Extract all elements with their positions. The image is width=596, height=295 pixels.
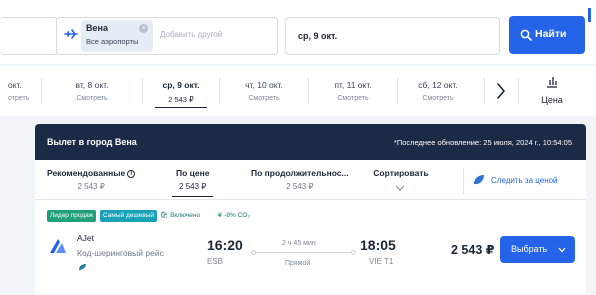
leaf-icon: [79, 264, 86, 270]
sort-label: По цене: [176, 168, 210, 178]
search-bar: Вена Все аэропорты × Добавить другой ср,…: [0, 0, 596, 64]
chevron-down-icon: [558, 247, 566, 253]
date-label: вт, 8 окт.: [75, 80, 109, 90]
sort-label: По продолжительнос...: [251, 168, 349, 178]
arrival-airport: VIE T1: [369, 257, 394, 266]
tag-cheapest: Самый дешевый: [100, 210, 157, 222]
date-label: чт, 10 окт.: [245, 80, 283, 90]
date-cell[interactable]: пт, 11 окт. Смотреть: [309, 66, 397, 116]
bar-chart-icon: [547, 77, 557, 88]
date-cell-selected[interactable]: ср, 9 окт. 2 543 ₽: [143, 66, 219, 116]
results-panel: Вылет в город Вена *Последнее обновление…: [35, 124, 586, 295]
date-price: Смотреть: [337, 95, 369, 102]
leaf-bell-icon: [474, 175, 484, 185]
date-label: окт.: [8, 80, 22, 90]
tag-co2-label: -8% CO₂: [224, 212, 250, 219]
destination-chip[interactable]: Вена Все аэропорты ×: [81, 20, 153, 52]
sort-by-price[interactable]: По цене 2 543 ₽: [171, 168, 215, 197]
price-chart-toggle[interactable]: Цена: [527, 74, 577, 110]
departure-time: 16:20: [207, 237, 243, 253]
last-update-note: *Последнее обновление: 25 июля, 2024 г.,…: [393, 138, 572, 147]
date-price: 2 543 ₽: [168, 95, 194, 104]
date-strip: окт. отреть вт, 8 окт. Смотреть ср, 9 ок…: [0, 66, 596, 116]
chevron-right-icon[interactable]: [493, 81, 509, 101]
tag-baggage-included: 🛍 Включено: [160, 210, 203, 222]
date-cell[interactable]: сб, 12 окт. Смотреть: [398, 66, 478, 116]
sort-bar: Рекомендованные i 2 543 ₽ По цене 2 543 ₽…: [35, 160, 586, 200]
track-price-link[interactable]: Следить за ценой: [491, 176, 558, 185]
tag-bestseller: Лидер продаж: [47, 210, 97, 222]
sort-label: Сортировать: [373, 168, 429, 178]
date-label: сб, 12 окт.: [418, 80, 458, 90]
stops-label: Прямой: [285, 260, 311, 267]
tag-co2: ❦ -8% CO₂: [217, 210, 253, 222]
plane-icon: [64, 29, 78, 39]
divider: [463, 168, 464, 194]
sort-dropdown[interactable]: Сортировать: [373, 168, 429, 191]
sort-price: 2 543 ₽: [179, 182, 207, 191]
find-button[interactable]: Найти: [509, 16, 585, 54]
results-title: Вылет в город Вена: [47, 137, 137, 147]
date-cell[interactable]: чт, 10 окт. Смотреть: [220, 66, 308, 116]
divider: [484, 78, 485, 104]
select-flight-button[interactable]: Выбрать: [500, 236, 575, 263]
chevron-down-icon: [395, 185, 405, 191]
date-price: Смотреть: [76, 95, 108, 102]
sort-by-duration[interactable]: По продолжительнос... 2 543 ₽: [251, 168, 349, 191]
chip-close-icon[interactable]: ×: [139, 24, 148, 33]
baggage-icon: 🛍: [160, 212, 169, 219]
select-button-label: Выбрать: [511, 244, 548, 254]
date-price: Смотреть: [422, 95, 454, 102]
sort-recommended[interactable]: Рекомендованные i 2 543 ₽: [47, 168, 136, 191]
date-label: ср, 9 окт.: [162, 80, 200, 90]
flight-duration: 2 ч 45 мин: [282, 240, 316, 247]
flight-price: 2 543 ₽: [451, 243, 495, 257]
codeshare-label: Код-шеринговый рейс: [77, 248, 164, 258]
date-label: пт, 11 окт.: [334, 80, 372, 90]
sort-price: 2 543 ₽: [286, 182, 314, 191]
destination-chip-subtitle: Все аэропорты: [86, 37, 139, 46]
results-header: Вылет в город Вена *Последнее обновление…: [35, 124, 586, 160]
sort-label: Рекомендованные: [47, 168, 126, 178]
date-field-value: ср, 9 окт.: [298, 31, 338, 41]
price-chart-label: Цена: [541, 95, 563, 105]
tag-baggage-label: Включено: [170, 212, 201, 219]
date-price: отреть: [8, 95, 30, 102]
destination-chip-title: Вена: [86, 23, 108, 33]
leaf-icon: ❦: [217, 212, 223, 219]
origin-field[interactable]: [0, 17, 58, 55]
divider: [518, 78, 519, 104]
route-dot: [251, 250, 256, 255]
info-icon[interactable]: i: [127, 170, 136, 178]
find-button-label: Найти: [535, 28, 567, 40]
date-price: Смотреть: [248, 95, 280, 102]
airline-logo: [47, 235, 69, 257]
sort-price: 2 543 ₽: [77, 182, 105, 191]
departure-airport: ESB: [207, 257, 224, 266]
route-dot: [351, 250, 356, 255]
date-cell[interactable]: вт, 8 окт. Смотреть: [42, 66, 142, 116]
date-cell[interactable]: окт. отреть: [0, 66, 40, 116]
date-field[interactable]: ср, 9 окт.: [285, 17, 500, 55]
arrival-time: 18:05: [360, 237, 396, 253]
route-line: [253, 252, 353, 253]
edge-accent: [588, 8, 591, 22]
airline-name: AJet: [77, 233, 95, 243]
search-icon: [520, 29, 532, 41]
add-other-destination[interactable]: Добавить другой: [160, 30, 222, 39]
